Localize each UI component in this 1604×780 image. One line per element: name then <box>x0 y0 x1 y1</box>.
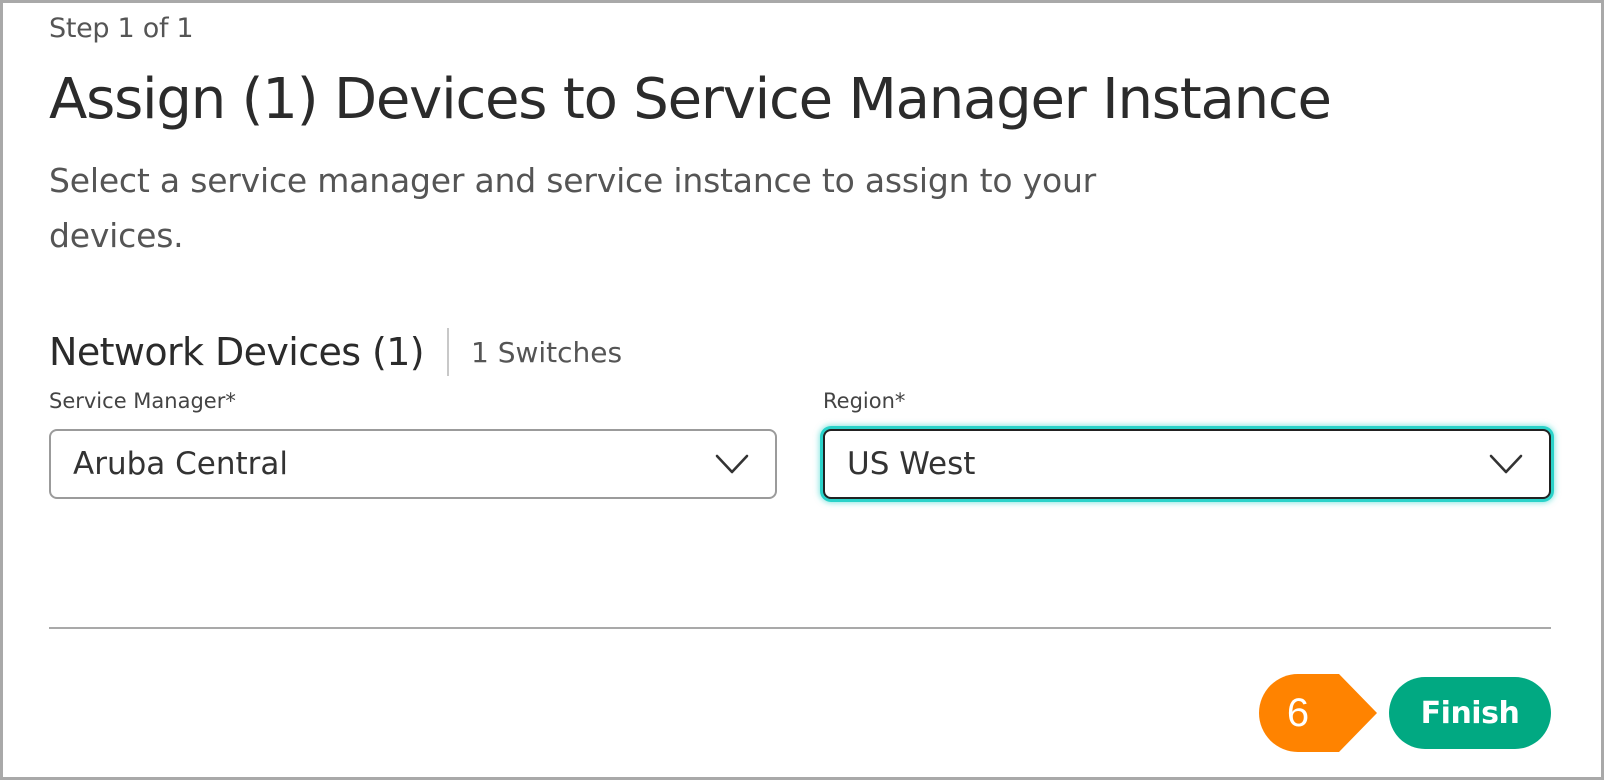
service-manager-label: Service Manager* <box>49 389 236 413</box>
region-value: US West <box>847 446 976 482</box>
finish-button[interactable]: Finish <box>1389 677 1551 749</box>
region-select[interactable]: US West <box>823 429 1551 499</box>
step-callout-number: 6 <box>1286 691 1310 735</box>
page-subtitle: Select a service manager and service ins… <box>49 161 1097 255</box>
chevron-down-icon <box>1489 454 1523 474</box>
assign-devices-dialog: Step 1 of 1 Assign (1) Devices to Servic… <box>0 0 1604 780</box>
service-manager-value: Aruba Central <box>73 446 289 482</box>
section-divider <box>447 328 450 376</box>
chevron-down-icon <box>715 454 749 474</box>
section-device-count: 1 Switches <box>471 335 623 369</box>
section-title: Network Devices (1) <box>49 330 425 374</box>
service-manager-select[interactable]: Aruba Central <box>49 429 777 499</box>
page-title: Assign (1) Devices to Service Manager In… <box>49 67 1332 132</box>
step-indicator: Step 1 of 1 <box>49 13 194 44</box>
footer-divider <box>49 627 1551 629</box>
region-label: Region* <box>823 389 906 413</box>
section-header: Network Devices (1) 1 Switches <box>49 327 622 377</box>
